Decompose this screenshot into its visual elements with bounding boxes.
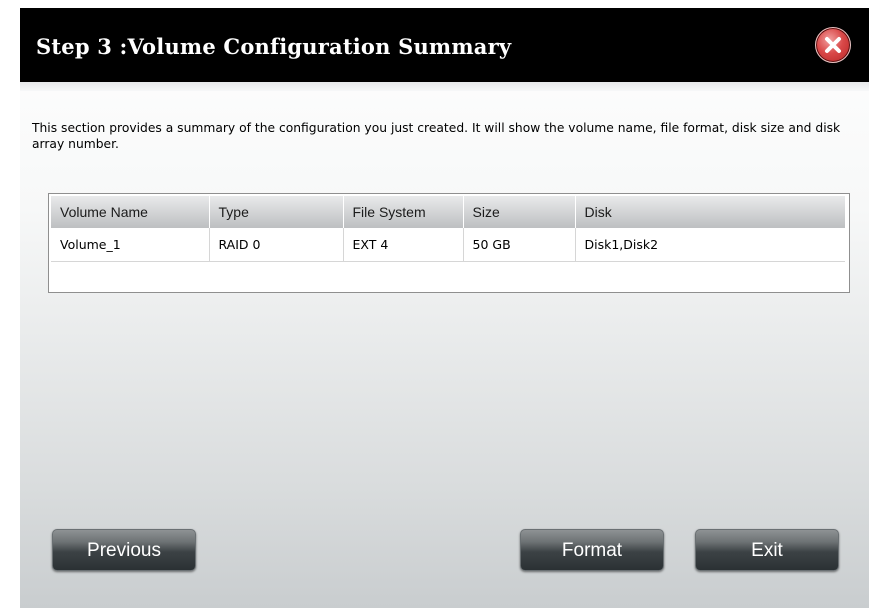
- title-divider: [20, 82, 869, 91]
- column-header-file-system[interactable]: File System: [343, 196, 464, 228]
- cell-size: 50 GB: [463, 228, 576, 262]
- summary-table-container: Volume Name Type File System Size Disk V…: [48, 193, 850, 293]
- volume-summary-dialog: Step 3 :Volume Configuration Summary Thi…: [20, 8, 869, 608]
- dialog-title: Step 3 :Volume Configuration Summary: [36, 34, 512, 59]
- page-frame: Step 3 :Volume Configuration Summary Thi…: [0, 0, 869, 608]
- cell-disk: Disk1,Disk2: [575, 228, 845, 262]
- description-text: This section provides a summary of the c…: [32, 121, 841, 151]
- table-row[interactable]: Volume_1 RAID 0 EXT 4 50 GB Disk1,Disk2: [51, 228, 845, 262]
- exit-button[interactable]: Exit: [695, 529, 839, 571]
- column-header-disk[interactable]: Disk: [575, 196, 845, 228]
- table-header-row: Volume Name Type File System Size Disk: [51, 196, 845, 228]
- column-header-size[interactable]: Size: [463, 196, 576, 228]
- dialog-titlebar: Step 3 :Volume Configuration Summary: [20, 8, 869, 82]
- column-header-volume-name[interactable]: Volume Name: [51, 196, 210, 228]
- column-header-type[interactable]: Type: [209, 196, 344, 228]
- format-button[interactable]: Format: [520, 529, 664, 571]
- summary-table: Volume Name Type File System Size Disk V…: [51, 196, 845, 262]
- close-button[interactable]: [815, 27, 851, 63]
- cell-type: RAID 0: [209, 228, 344, 262]
- cell-volume-name: Volume_1: [51, 228, 210, 262]
- cell-file-system: EXT 4: [343, 228, 464, 262]
- previous-button[interactable]: Previous: [52, 529, 196, 571]
- close-icon: [825, 37, 841, 53]
